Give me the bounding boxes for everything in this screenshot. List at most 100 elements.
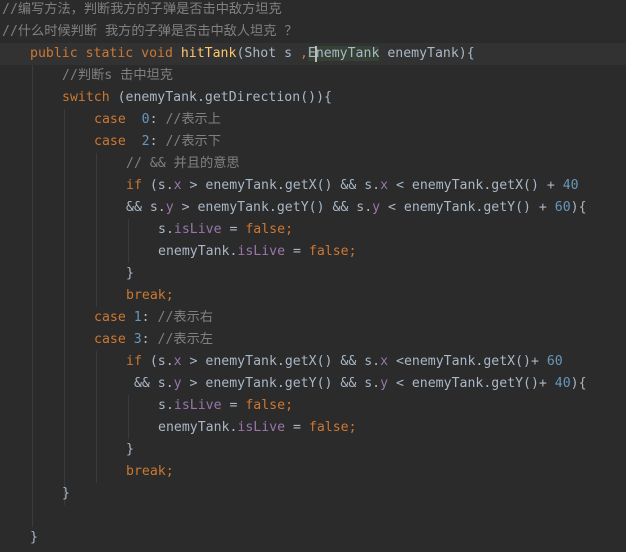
code-token: case	[94, 332, 134, 347]
code-token: ;	[285, 222, 294, 237]
code-line-content: //编写方法，判断我方的子弹是否击中敌方坦克	[2, 0, 282, 21]
code-line[interactable]: //判断s 击中坦克	[0, 65, 626, 87]
code-token: }	[126, 266, 134, 281]
code-token: ){	[570, 376, 587, 391]
code-token: case	[94, 310, 134, 325]
code-token: isLive	[237, 420, 286, 435]
code-token: s.	[158, 222, 174, 237]
code-token: 3	[133, 332, 142, 347]
code-line-content: break;	[126, 285, 174, 307]
code-token: (enemyTank.getDirection()){	[117, 90, 332, 105]
code-line[interactable]: case 1: //表示右	[0, 307, 626, 329]
code-token: //表示上	[165, 112, 221, 127]
code-token: < enemyTank.getY() +	[380, 200, 555, 215]
code-line[interactable]: }	[0, 439, 626, 461]
code-token: false	[308, 244, 349, 259]
code-line[interactable]: //什么时候判断 我方的子弹是否击中敌人坦克 ？	[0, 21, 626, 43]
code-line-content: case 2: //表示下	[94, 131, 221, 153]
code-token: 2	[141, 134, 150, 149]
code-line-content: s.isLive = false;	[158, 395, 293, 417]
code-token: y	[173, 376, 182, 391]
code-token: > enemyTank.getX() && s.	[181, 178, 381, 193]
code-token: //编写方法，判断我方的子弹是否击中敌方坦克	[2, 2, 282, 17]
code-token: 1	[133, 310, 142, 325]
code-line[interactable]: case 0: //表示上	[0, 109, 626, 131]
code-token: //表示右	[157, 310, 213, 325]
code-line-content: if (s.x > enemyTank.getX() && s.x < enem…	[126, 175, 579, 197]
code-token: y	[165, 200, 174, 215]
code-editor[interactable]: //编写方法，判断我方的子弹是否击中敌方坦克 //什么时候判断 我方的子弹是否击中…	[0, 0, 626, 552]
code-token: //什么时候判断 我方的子弹是否击中敌人坦克 ？	[2, 24, 298, 39]
code-line-content: break;	[126, 461, 174, 483]
code-line[interactable]: }	[0, 483, 626, 505]
code-token: x	[173, 178, 182, 193]
code-token: }	[62, 486, 70, 501]
code-token: isLive	[237, 244, 286, 259]
code-line-content: }	[30, 527, 38, 549]
code-token: (s.	[149, 354, 174, 369]
code-token: break;	[126, 464, 174, 479]
code-token: case	[94, 112, 142, 127]
code-token: if	[126, 178, 150, 193]
code-token: < enemyTank.getX() +	[388, 178, 563, 193]
code-line[interactable]: // && 并且的意思	[0, 153, 626, 175]
code-line[interactable]: break;	[0, 461, 626, 483]
code-line[interactable]: s.isLive = false;	[0, 395, 626, 417]
code-token: public static void	[30, 46, 181, 61]
code-line[interactable]: enemyTank.isLive = false;	[0, 417, 626, 439]
code-line-content: //什么时候判断 我方的子弹是否击中敌人坦克 ？	[2, 21, 298, 43]
code-line[interactable]: }	[0, 527, 626, 549]
code-line[interactable]: //编写方法，判断我方的子弹是否击中敌方坦克	[0, 0, 626, 21]
code-line-content: }	[62, 483, 70, 505]
code-token: ,	[299, 46, 308, 61]
code-line[interactable]: if (s.x > enemyTank.getX() && s.x < enem…	[0, 175, 626, 197]
code-line[interactable]: break;	[0, 285, 626, 307]
code-line-content: // && 并且的意思	[126, 153, 240, 175]
code-token: <enemyTank.getX()+	[388, 354, 547, 369]
code-token: }	[30, 530, 38, 545]
code-token: x	[380, 178, 389, 193]
code-line[interactable]: && s.y > enemyTank.getY() && s.y < enemy…	[0, 197, 626, 219]
code-token: =	[285, 420, 309, 435]
code-line-content: }	[126, 263, 134, 285]
code-line[interactable]: case 2: //表示下	[0, 131, 626, 153]
code-line[interactable]: }	[0, 263, 626, 285]
code-token: ;	[285, 398, 294, 413]
code-token: x	[380, 354, 389, 369]
code-token: //表示下	[165, 134, 221, 149]
code-line[interactable]: case 3: //表示左	[0, 329, 626, 351]
code-token: && s.	[126, 376, 174, 391]
code-token: && s.	[126, 200, 166, 215]
text-caret	[314, 46, 317, 62]
code-token: }	[126, 442, 134, 457]
code-token: > enemyTank.getX() && s.	[181, 354, 381, 369]
code-token: =	[221, 222, 246, 237]
code-line-content: s.isLive = false;	[158, 219, 293, 241]
code-token: isLive	[173, 222, 222, 237]
code-token: isLive	[173, 398, 222, 413]
code-token: ;	[348, 244, 357, 259]
code-line[interactable]: s.isLive = false;	[0, 219, 626, 241]
code-token: enemyTank.	[158, 244, 238, 259]
code-line[interactable]: public static void hitTank(Shot s ,Enemy…	[0, 43, 626, 65]
code-token: ){	[570, 200, 587, 215]
code-token: // && 并且的意思	[126, 156, 240, 171]
code-line[interactable]: if (s.x > enemyTank.getX() && s.x <enemy…	[0, 351, 626, 373]
code-token: 0	[141, 112, 150, 127]
code-line[interactable]	[0, 505, 626, 527]
code-token: =	[221, 398, 246, 413]
code-line-content: case 3: //表示左	[94, 329, 213, 351]
code-line[interactable]: enemyTank.isLive = false;	[0, 241, 626, 263]
code-token: 60	[554, 200, 571, 215]
code-token: break;	[126, 288, 174, 303]
code-token: enemyTank.	[158, 420, 238, 435]
code-token: < enemyTank.getY()+	[388, 376, 555, 391]
code-token: =	[285, 244, 309, 259]
code-line[interactable]: switch (enemyTank.getDirection()){	[0, 87, 626, 109]
code-token: :	[149, 134, 166, 149]
code-line[interactable]: && s.y > enemyTank.getY() && s.y < enemy…	[0, 373, 626, 395]
code-token: > enemyTank.getY() && s.	[181, 376, 381, 391]
code-token: y	[372, 200, 381, 215]
code-line-content: if (s.x > enemyTank.getX() && s.x <enemy…	[126, 351, 563, 373]
code-line-content: case 1: //表示右	[94, 307, 213, 329]
